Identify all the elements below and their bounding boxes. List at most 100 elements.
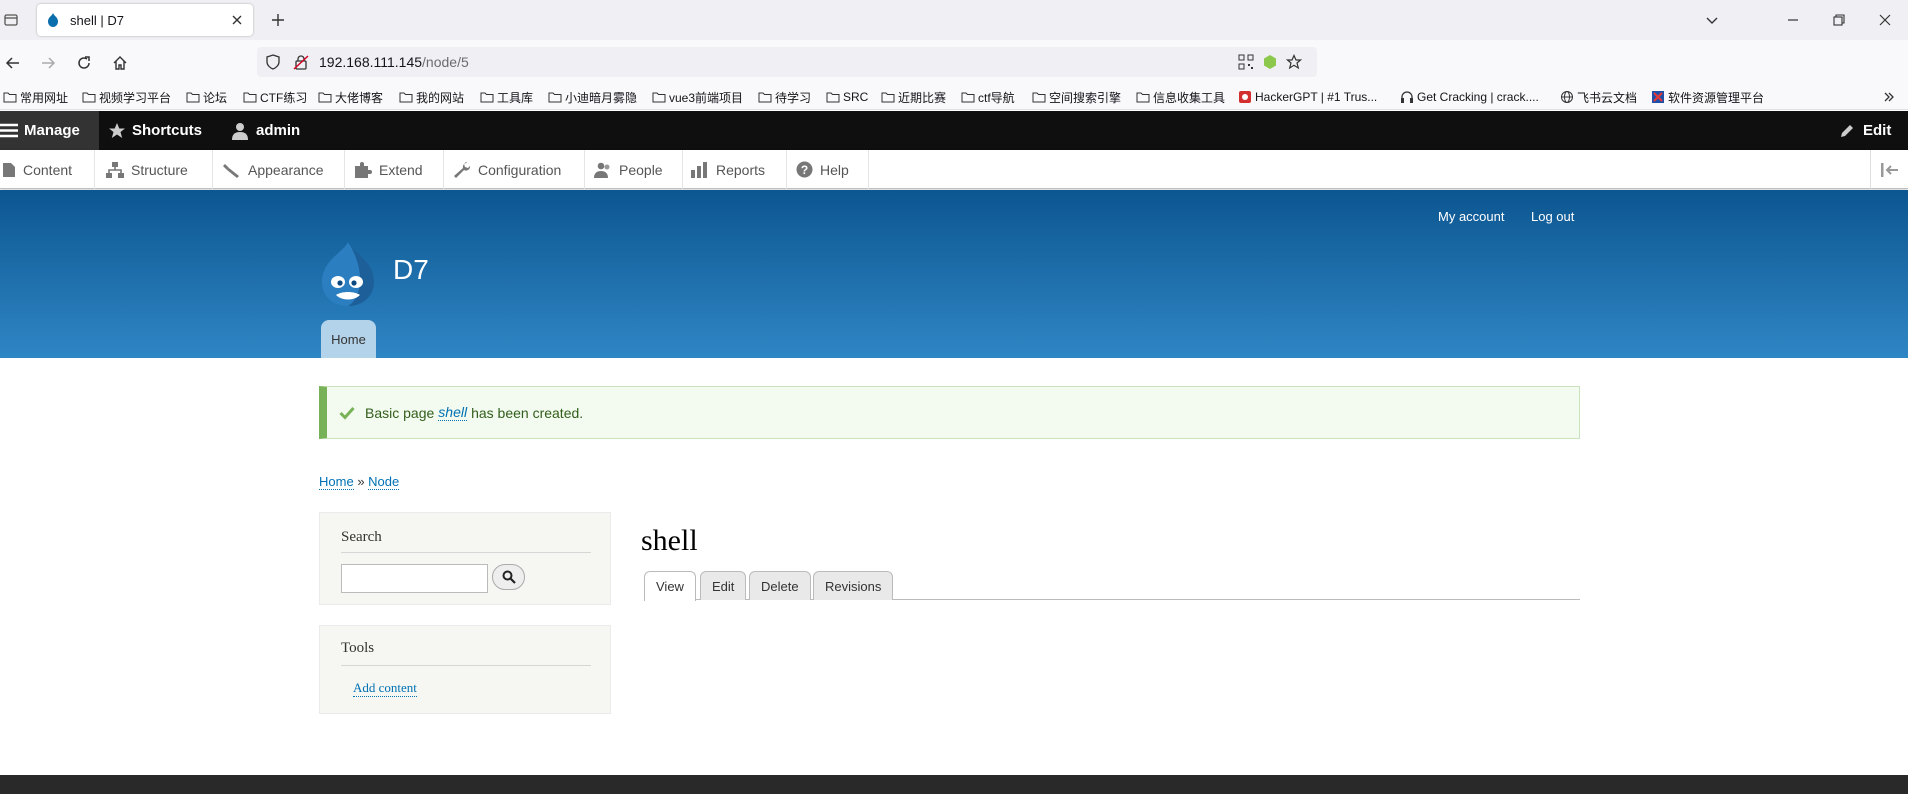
bookmark-label: 待学习 — [775, 90, 812, 105]
add-content-link[interactable]: Add content — [353, 680, 417, 697]
home-icon[interactable] — [109, 52, 131, 74]
bookmark-folder[interactable]: 我的网站 — [399, 88, 464, 106]
close-tab-icon[interactable] — [229, 12, 245, 28]
message-node-link[interactable]: shell — [438, 404, 468, 421]
bookmark-folder[interactable]: 工具库 — [480, 88, 533, 106]
manage-label: Manage — [24, 122, 80, 139]
main-menu-home-tab[interactable]: Home — [321, 320, 376, 358]
edit-toggle[interactable]: Edit — [1839, 111, 1891, 150]
orientation-toggle-icon[interactable] — [1870, 150, 1908, 189]
edit-label: Edit — [1863, 122, 1892, 139]
search-button[interactable] — [492, 564, 525, 590]
user-tab[interactable]: admin — [232, 111, 300, 150]
wrench-icon — [454, 161, 471, 178]
tab-edit[interactable]: Edit — [700, 571, 747, 600]
local-tasks-tabs: View Edit Delete Revisions — [644, 571, 1580, 601]
bookmark-label: HackerGPT | #1 Trus... — [1255, 90, 1378, 104]
bookmark-folder[interactable]: ctf导航 — [961, 88, 1015, 106]
restore-icon[interactable] — [1827, 8, 1851, 32]
bookmark-folder[interactable]: 常用网址 — [3, 88, 68, 106]
bookmark-folder[interactable]: SRC — [826, 88, 868, 106]
bookmark-label: 飞书云文档 — [1577, 90, 1638, 105]
bookmark-folder[interactable]: vue3前端项目 — [652, 88, 743, 106]
bookmark-label: 小迪暗月雾隐 — [565, 90, 638, 105]
globe-icon — [1561, 91, 1573, 103]
bookmark-label: ctf导航 — [978, 90, 1015, 105]
star-icon — [109, 122, 125, 138]
close-window-icon[interactable] — [1873, 8, 1897, 32]
shortcuts-label: Shortcuts — [132, 122, 203, 139]
bookmark-label: 信息收集工具 — [1153, 90, 1226, 105]
list-all-tabs-icon[interactable] — [1700, 8, 1724, 32]
shield-icon[interactable] — [265, 54, 281, 70]
forward-icon[interactable] — [37, 52, 59, 74]
bookmark-folder[interactable]: CTF练习 — [243, 88, 307, 106]
folder-icon — [243, 92, 257, 103]
paintbrush-icon — [223, 163, 239, 178]
admin-toolbar: Manage Shortcuts admin Edit — [0, 111, 1908, 150]
tab-list-icon[interactable] — [0, 8, 22, 32]
browser-tab[interactable]: shell | D7 — [37, 4, 253, 36]
bookmark-folder[interactable]: 空间搜索引擎 — [1032, 88, 1121, 106]
menu-people[interactable]: People — [585, 150, 683, 189]
status-message: Basic page shell has been created. — [319, 386, 1580, 439]
tab-view[interactable]: View — [644, 571, 696, 601]
url-bar[interactable]: 192.168.111.145/node/5 — [257, 47, 1317, 77]
folder-icon — [548, 92, 562, 103]
new-tab-icon[interactable] — [268, 10, 288, 30]
qr-code-icon[interactable] — [1238, 54, 1254, 70]
search-block: Search — [319, 512, 611, 605]
bookmark-folder[interactable]: 大佬博客 — [318, 88, 383, 106]
menu-content[interactable]: Content — [0, 150, 95, 189]
nodejs-extension-icon[interactable] — [1262, 54, 1278, 70]
help-icon: ? — [796, 161, 813, 178]
bookmark-link[interactable]: Get Cracking | crack.... — [1400, 88, 1539, 106]
bookmark-folder[interactable]: 待学习 — [758, 88, 811, 106]
bookmark-star-icon[interactable] — [1286, 54, 1302, 70]
insecure-lock-icon[interactable] — [293, 54, 309, 70]
menu-extend[interactable]: Extend — [345, 150, 444, 189]
bookmark-link[interactable]: HackerGPT | #1 Trus... — [1238, 88, 1377, 106]
menu-label: People — [619, 161, 663, 178]
bookmark-label: 近期比赛 — [898, 90, 947, 105]
menu-configuration[interactable]: Configuration — [444, 150, 585, 189]
tab-revisions[interactable]: Revisions — [813, 571, 894, 600]
drupal-logo-icon[interactable] — [318, 240, 378, 308]
bookmark-folder[interactable]: 视频学习平台 — [82, 88, 171, 106]
folder-icon — [961, 92, 975, 103]
breadcrumb-node-link[interactable]: Node — [368, 474, 400, 490]
hamburger-icon — [0, 123, 18, 138]
pencil-icon — [1841, 124, 1853, 137]
person-icon — [232, 122, 248, 140]
tab-delete[interactable]: Delete — [749, 571, 811, 600]
tab-title: shell | D7 — [70, 12, 124, 28]
svg-text:?: ? — [801, 163, 808, 177]
bookmark-link[interactable]: 飞书云文档 — [1560, 88, 1637, 106]
folder-icon — [1032, 92, 1046, 103]
url-host: 192.168.111.145 — [319, 54, 423, 70]
bookmark-folder[interactable]: 小迪暗月雾隐 — [548, 88, 637, 106]
bookmark-label: 大佬博客 — [335, 90, 384, 105]
reload-icon[interactable] — [73, 52, 95, 74]
site-name[interactable]: D7 — [393, 254, 429, 286]
menu-structure[interactable]: Structure — [95, 150, 213, 189]
search-input[interactable] — [341, 564, 488, 593]
my-account-link[interactable]: My account — [1438, 209, 1504, 224]
breadcrumb-home-link[interactable]: Home — [319, 474, 354, 490]
back-icon[interactable] — [2, 52, 24, 74]
hackergpt-icon — [1239, 91, 1251, 103]
block-divider — [341, 552, 591, 553]
bookmark-folder[interactable]: 论坛 — [186, 88, 227, 106]
checkmark-icon — [339, 406, 355, 420]
bookmark-folder[interactable]: 近期比赛 — [881, 88, 946, 106]
bookmark-link[interactable]: 软件资源管理平台 — [1651, 88, 1764, 106]
more-bookmarks-icon[interactable] — [1882, 88, 1896, 106]
menu-appearance[interactable]: Appearance — [213, 150, 345, 189]
minimize-icon[interactable] — [1781, 8, 1805, 32]
log-out-link[interactable]: Log out — [1531, 209, 1574, 224]
menu-help[interactable]: ? Help — [787, 150, 869, 189]
bookmark-folder[interactable]: 信息收集工具 — [1136, 88, 1225, 106]
manage-tab[interactable]: Manage — [0, 111, 99, 150]
menu-reports[interactable]: Reports — [683, 150, 787, 189]
shortcuts-tab[interactable]: Shortcuts — [108, 111, 202, 150]
